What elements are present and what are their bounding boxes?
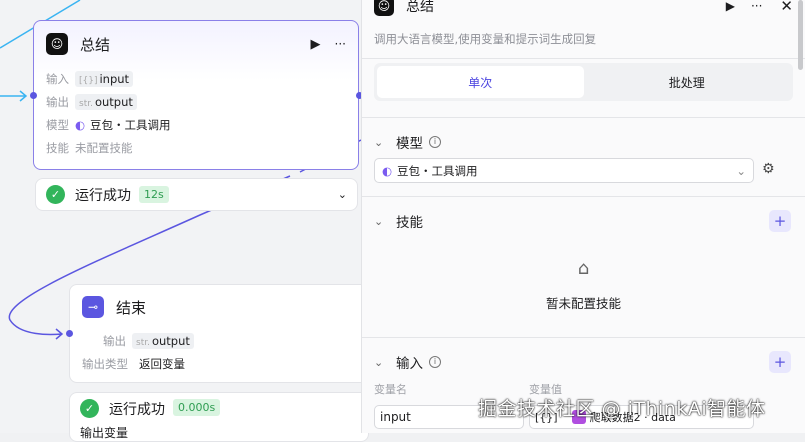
end-input-port[interactable]: [66, 330, 73, 337]
doubao-icon: ◐: [382, 163, 393, 178]
run-mode-tabs: 单次 批处理: [374, 63, 793, 101]
status-text: 运行成功: [109, 402, 165, 418]
status-text: 运行成功: [75, 187, 131, 204]
llm-run-status[interactable]: ✓ 运行成功 12s ⌄: [35, 178, 358, 211]
scrollbar[interactable]: [798, 0, 803, 70]
end-icon: ⊸: [82, 296, 104, 318]
chevron-down-icon[interactable]: ⌄: [374, 356, 388, 369]
end-run-status[interactable]: ✓ 运行成功 0.000s 输出变量: [69, 392, 369, 442]
time-badge: 0.000s: [173, 399, 221, 416]
add-input-button[interactable]: +: [769, 351, 791, 373]
watermark: 掘金技术社区 @ iThinkAi智能体: [478, 398, 766, 420]
info-icon[interactable]: i: [429, 356, 441, 368]
panel-description: 调用大语言模型,使用变量和提示词生成回复: [374, 32, 597, 46]
time-badge: 12s: [139, 186, 169, 203]
output-vars-label: 输出变量: [80, 425, 129, 440]
node-settings-panel: ☺ 总结 ▶ ··· ✕ 调用大语言模型,使用变量和提示词生成回复 单次 批处理 ⌄ 模型 i…: [361, 0, 805, 433]
llm-node-summary[interactable]: ☺ 总结 ▶ ··· 输入 [{}] input 输出 str. output 模型 ◐ 豆包・工…: [33, 20, 359, 170]
tab-batch[interactable]: 批处理: [584, 66, 791, 98]
empty-box-icon: ⌂: [577, 258, 590, 279]
tab-single[interactable]: 单次: [377, 66, 584, 98]
output-label: 输出: [46, 94, 69, 109]
output-kind-value: 返回变量: [139, 356, 185, 371]
chevron-down-icon[interactable]: ⌄: [374, 215, 388, 228]
skill-value: 未配置技能: [75, 140, 133, 155]
input-chip: [{}] input: [75, 70, 134, 87]
gear-icon[interactable]: ⚙: [762, 161, 775, 177]
skills-empty-text: 暂未配置技能: [545, 296, 621, 311]
node-title: 总结: [80, 35, 111, 54]
llm-icon: ☺: [374, 0, 394, 16]
var-name-header: 变量名: [374, 383, 407, 396]
chevron-down-icon: ⌄: [736, 163, 746, 178]
panel-title: 总结: [406, 0, 434, 15]
run-icon[interactable]: ▶: [726, 0, 735, 13]
success-icon: ✓: [46, 185, 65, 204]
model-label: 模型: [46, 117, 69, 132]
output-chip: str. output: [132, 332, 194, 349]
success-icon: ✓: [80, 399, 99, 418]
doubao-icon: ◐: [75, 117, 86, 132]
chevron-down-icon[interactable]: ⌄: [374, 136, 388, 149]
workflow-canvas[interactable]: ☺ 总结 ▶ ··· 输入 [{}] input 输出 str. output 模型 ◐ 豆包・工…: [0, 0, 369, 442]
more-icon[interactable]: ···: [335, 37, 346, 51]
chevron-down-icon[interactable]: ⌄: [338, 188, 347, 201]
run-icon[interactable]: ▶: [311, 37, 321, 52]
add-skill-button[interactable]: +: [769, 210, 791, 232]
input-section-title: 输入: [396, 356, 423, 372]
output-chip: str. output: [75, 93, 137, 110]
input-label: 输入: [46, 71, 69, 86]
end-node[interactable]: ⊸ 结束 输出 str. output 输出类型 返回变量: [69, 284, 369, 383]
info-icon[interactable]: i: [429, 136, 441, 148]
model-select[interactable]: ◐ 豆包・工具调用 ⌄: [374, 158, 754, 183]
node-title: 结束: [116, 298, 147, 317]
model-value: 豆包・工具调用: [90, 117, 171, 132]
model-value: 豆包・工具调用: [397, 163, 478, 178]
output-kind-label: 输出类型: [82, 356, 128, 371]
more-icon[interactable]: ···: [751, 0, 762, 13]
close-icon[interactable]: ✕: [780, 0, 793, 15]
input-port[interactable]: [30, 92, 37, 99]
llm-icon: ☺: [46, 33, 68, 55]
output-label: 输出: [103, 333, 126, 348]
model-section-title: 模型: [396, 136, 423, 152]
skills-section-title: 技能: [396, 215, 423, 231]
skill-label: 技能: [46, 140, 69, 155]
